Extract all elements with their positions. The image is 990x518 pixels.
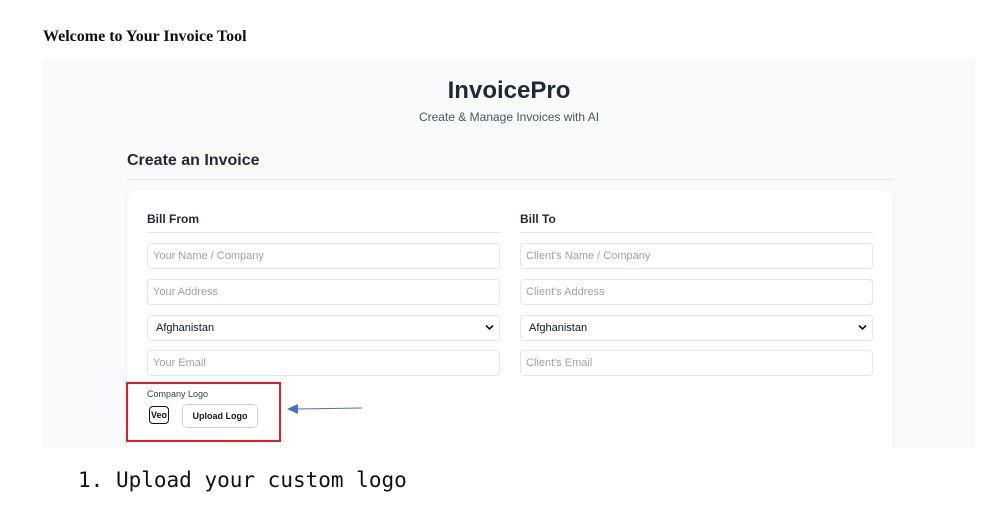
highlight-box	[126, 382, 281, 442]
section-title: Create an Invoice	[127, 152, 260, 169]
bill-to-address-input[interactable]	[520, 279, 873, 305]
step-number: 1.	[78, 468, 104, 492]
bill-from-email-input[interactable]	[147, 350, 500, 376]
bill-from-country-value: Afghanistan	[156, 322, 215, 334]
bill-to-title: Bill To	[520, 212, 556, 226]
bill-to-divider	[520, 232, 873, 233]
page-heading: Welcome to Your Invoice Tool	[43, 28, 247, 45]
chevron-down-icon	[858, 324, 867, 331]
arrow-left-icon	[287, 404, 363, 414]
bill-from-address-input[interactable]	[147, 279, 500, 305]
bill-from-name-input[interactable]	[147, 243, 500, 269]
section-divider	[127, 179, 893, 180]
bill-from-country-select[interactable]: Afghanistan	[147, 315, 500, 341]
app-title: InvoicePro	[447, 77, 571, 104]
step-caption: 1. Upload your custom logo	[78, 468, 407, 492]
chevron-down-icon	[485, 324, 494, 331]
bill-to-country-select[interactable]: Afghanistan	[520, 315, 873, 341]
bill-to-email-input[interactable]	[520, 350, 873, 376]
bill-from-divider	[147, 232, 500, 233]
bill-to-country-value: Afghanistan	[529, 322, 588, 334]
app-tagline: Create & Manage Invoices with AI	[418, 110, 600, 124]
bill-from-title: Bill From	[147, 212, 200, 226]
bill-to-name-input[interactable]	[520, 243, 873, 269]
step-text: Upload your custom logo	[115, 468, 407, 492]
